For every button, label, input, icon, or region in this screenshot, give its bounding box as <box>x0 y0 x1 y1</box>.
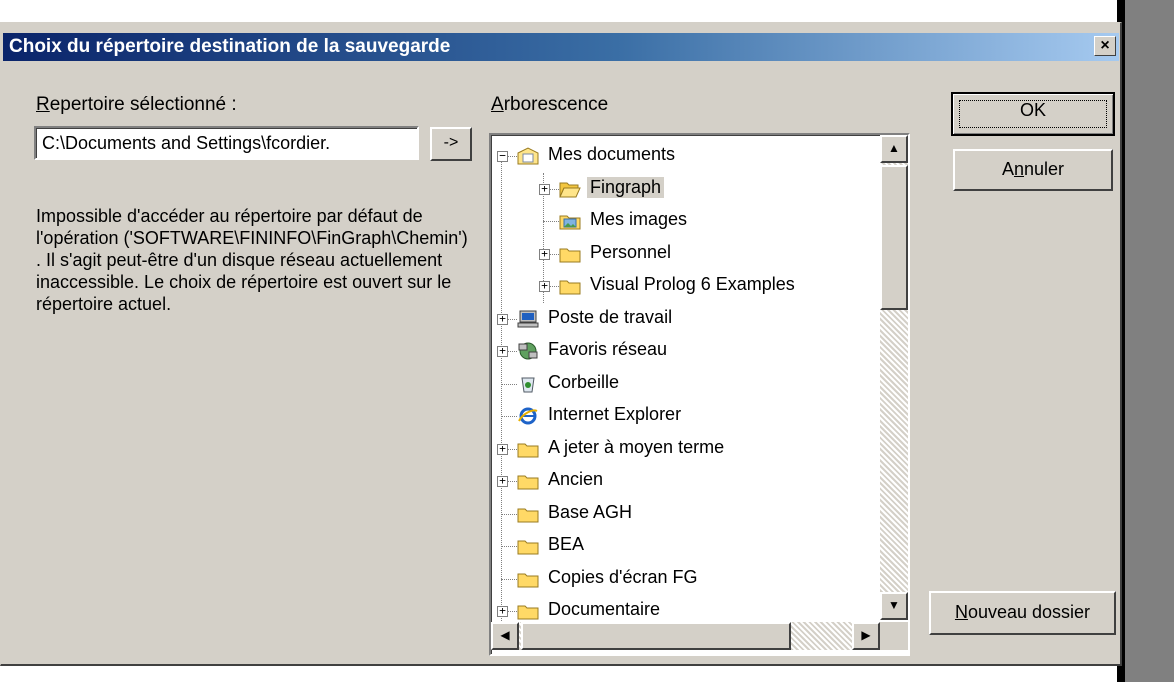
tree-item-label: Base AGH <box>548 501 633 522</box>
ok-button[interactable]: OK <box>951 92 1115 136</box>
tree-connector <box>501 513 517 515</box>
dialog-titlebar: Choix du répertoire destination de la sa… <box>3 33 1119 61</box>
new-folder-button[interactable]: Nouveau dossier <box>929 591 1116 635</box>
tree-item-label: Visual Prolog 6 Examples <box>590 274 795 294</box>
background-gray-area <box>1125 0 1174 682</box>
tree-item-label: Favoris réseau <box>548 339 668 359</box>
tree-connector <box>501 546 517 547</box>
vertical-scrollbar[interactable]: ▲ ▼ <box>880 135 908 620</box>
recycle-bin-icon <box>517 375 539 393</box>
close-icon: × <box>1100 37 1110 54</box>
tree-item-label: A jeter à moyen terme <box>548 436 725 457</box>
expand-icon[interactable]: + <box>497 313 508 325</box>
tree-connector <box>501 383 517 385</box>
tree-item-label: Ancien <box>548 469 604 489</box>
tree-connector <box>501 578 517 580</box>
tree-item-label: Mes documents <box>548 144 676 164</box>
tree-label: Arborescence <box>491 94 609 115</box>
scroll-right-button[interactable]: ▶ <box>852 622 880 650</box>
selected-directory-label: Repertoire sélectionné : <box>36 94 237 115</box>
error-message: Impossible d'accéder au répertoire par d… <box>36 206 468 314</box>
folder-icon <box>517 570 539 588</box>
computer-icon <box>517 310 539 328</box>
scroll-up-button[interactable]: ▲ <box>880 135 908 163</box>
tree-item-label: Internet Explorer <box>548 404 682 424</box>
tree-item-label: Documentaire <box>548 599 661 619</box>
expand-icon[interactable]: + <box>539 280 550 292</box>
folder-tree[interactable]: Mes documents − Fingraph + Mes images Personn… <box>489 133 910 656</box>
horizontal-scroll-thumb[interactable] <box>521 622 791 650</box>
folder-icon <box>517 505 539 523</box>
dialog-title: Choix du répertoire destination de la sa… <box>9 36 451 57</box>
directory-choice-dialog: Choix du répertoire destination de la sa… <box>0 22 1122 666</box>
internet-explorer-icon <box>517 407 539 425</box>
go-to-path-button[interactable]: -> <box>430 127 472 161</box>
scroll-left-button[interactable]: ◀ <box>491 622 519 650</box>
scrollbar-corner <box>880 622 908 650</box>
tree-guide-line <box>501 155 502 625</box>
expand-icon[interactable]: + <box>497 475 508 487</box>
tree-connector <box>501 416 517 417</box>
my-documents-icon <box>517 147 539 165</box>
folder-icon <box>559 277 581 295</box>
vertical-scroll-thumb[interactable] <box>880 165 908 310</box>
tree-item-label: Mes images <box>590 209 688 229</box>
cancel-button[interactable]: Annuler <box>953 149 1113 191</box>
folder-icon <box>517 537 539 555</box>
horizontal-scrollbar[interactable]: ◀ ▶ <box>491 622 880 650</box>
open-folder-icon <box>559 180 581 198</box>
expand-icon[interactable]: + <box>497 345 508 357</box>
ok-button-label: OK <box>959 100 1107 128</box>
folder-icon <box>517 440 539 458</box>
tree-item-label: Corbeille <box>548 371 620 392</box>
folder-icon <box>517 472 539 490</box>
expand-icon[interactable]: + <box>497 443 508 455</box>
expand-icon[interactable]: + <box>539 183 550 195</box>
selected-directory-input[interactable]: C:\Documents and Settings\fcordier. <box>34 126 419 160</box>
folder-icon <box>517 602 539 620</box>
expand-icon[interactable]: + <box>497 605 508 617</box>
tree-item-label: Fingraph <box>587 176 665 198</box>
tree-item-label: BEA <box>548 534 585 554</box>
tree-item-label: Copies d'écran FG <box>548 566 698 587</box>
tree-connector <box>543 221 559 222</box>
scroll-down-button[interactable]: ▼ <box>880 592 908 620</box>
folder-icon <box>559 245 581 263</box>
network-icon <box>517 342 539 360</box>
my-pictures-icon <box>559 212 581 230</box>
close-button[interactable]: × <box>1094 36 1116 56</box>
collapse-icon[interactable]: − <box>497 150 508 162</box>
tree-item-label: Personnel <box>590 241 672 262</box>
expand-icon[interactable]: + <box>539 248 550 260</box>
tree-item-label: Poste de travail <box>548 306 673 327</box>
selected-directory-value: C:\Documents and Settings\fcordier. <box>42 133 331 153</box>
